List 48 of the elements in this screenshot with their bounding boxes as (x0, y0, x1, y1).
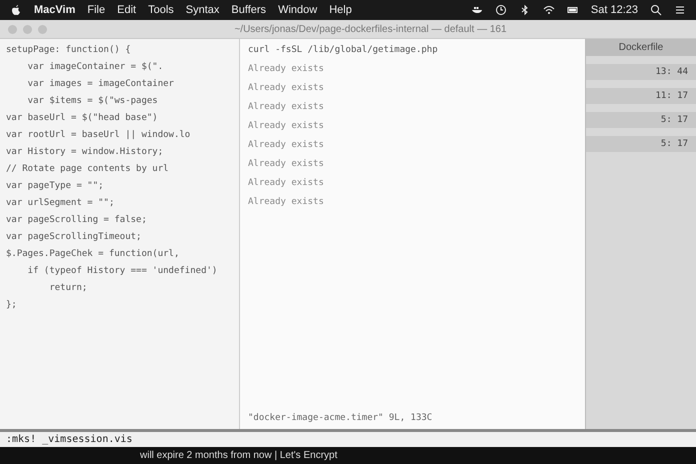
code-line: var baseUrl = $("head base") (6, 113, 159, 123)
search-icon[interactable] (650, 4, 662, 16)
code-line: // Rotate page contents by url (6, 164, 170, 174)
time-label: 13: 44 (586, 64, 696, 80)
terminal-command: curl -fsSL /lib/global/getimage.php (248, 45, 439, 55)
code-line: var rootUrl = baseUrl || window.lo (6, 130, 192, 140)
battery-icon[interactable] (566, 4, 579, 16)
code-line: }; (6, 300, 18, 310)
terminal-line: Already exists (248, 159, 325, 169)
apple-icon[interactable] (10, 4, 22, 16)
code-line: return; (48, 283, 88, 293)
menu-item[interactable]: Window (278, 4, 318, 16)
file-info: "docker-image-acme.timer" 9L, 133C (248, 413, 434, 423)
code-line: var pageScrollingTimeout; (6, 232, 142, 242)
clock: Sat 12:23 (590, 4, 638, 16)
code-line: var pageScrolling = false; (6, 215, 148, 225)
terminal-line: Already exists (248, 140, 325, 150)
menu-item[interactable]: Help (329, 4, 352, 16)
app-menu[interactable]: MacVim (34, 4, 76, 16)
time-label: 5: 17 (586, 136, 696, 152)
menu-item[interactable]: Tools (148, 4, 174, 16)
code-line: var History = window.History; (6, 147, 164, 157)
menu-item[interactable]: Buffers (231, 4, 266, 16)
code-line: var images = imageContainer (26, 79, 175, 89)
code-line: var $items = $("ws-pages (26, 96, 159, 106)
terminal-line: Already exists (248, 102, 325, 112)
menu-item[interactable]: Edit (117, 4, 136, 16)
terminal-line: Already exists (248, 178, 325, 188)
terminal-line: Already exists (248, 121, 325, 131)
notification-text: will expire 2 months from now | Let's Encrypt (139, 449, 338, 463)
code-line: setupPage: function() { (6, 45, 132, 55)
menu-item[interactable]: Syntax (186, 4, 220, 16)
menu-item[interactable]: File (87, 4, 106, 16)
time-label: 5: 17 (586, 112, 696, 128)
code-line: var imageContainer = $(". (26, 62, 164, 72)
code-line: var urlSegment = ""; (6, 198, 116, 208)
terminal-line: Already exists (248, 197, 325, 207)
clock-icon[interactable] (494, 4, 507, 16)
time-label: 11: 17 (586, 88, 696, 104)
menu-icon[interactable] (674, 4, 686, 16)
code-line: $.Pages.PageChek = function(url, (6, 249, 180, 259)
wifi-icon[interactable] (542, 4, 555, 16)
terminal-line: Already exists (248, 64, 325, 74)
window-title: ~/Users/jonas/Dev/page-dockerfiles-internal — default — 161 (233, 24, 508, 34)
code-line: if (typeof History === 'undefined') (26, 266, 218, 276)
code-line: var pageType = ""; (6, 181, 105, 191)
panel-title: Dockerfile (586, 39, 696, 56)
terminal-line: Already exists (248, 83, 325, 93)
